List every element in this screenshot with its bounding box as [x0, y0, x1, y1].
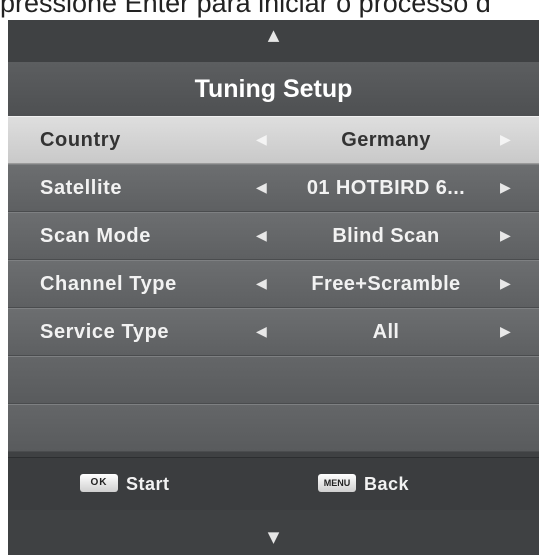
empty-row — [8, 404, 539, 452]
left-arrow-icon[interactable]: ◀ — [256, 165, 267, 211]
title-bar: Tuning Setup — [8, 62, 539, 116]
row-value: Germany — [341, 129, 431, 151]
right-arrow-icon[interactable]: ▶ — [500, 117, 511, 163]
tuning-setup-menu: ▲ Tuning Setup Country ◀ Germany ▶ Satel… — [8, 20, 539, 555]
start-label: Start — [126, 474, 170, 494]
caption-text: pressione Enter para iniciar o processo … — [0, 0, 491, 18]
ok-key-icon: OK — [80, 474, 118, 492]
row-country[interactable]: Country ◀ Germany ▶ — [8, 116, 539, 164]
left-arrow-icon[interactable]: ◀ — [256, 261, 267, 307]
row-value: Free+Scramble — [311, 273, 461, 295]
back-label: Back — [364, 474, 410, 494]
row-value: Blind Scan — [332, 225, 440, 247]
row-label: Satellite — [40, 177, 123, 199]
scroll-up-arrow-icon[interactable]: ▲ — [8, 25, 539, 45]
right-arrow-icon[interactable]: ▶ — [500, 165, 511, 211]
row-value: 01 HOTBIRD 6... — [306, 177, 466, 199]
row-scan-mode[interactable]: Scan Mode ◀ Blind Scan ▶ — [8, 212, 539, 260]
row-service-type[interactable]: Service Type ◀ All ▶ — [8, 308, 539, 356]
row-label: Service Type — [40, 321, 170, 343]
empty-row — [8, 356, 539, 404]
right-arrow-icon[interactable]: ▶ — [500, 213, 511, 259]
row-value: All — [372, 321, 400, 343]
left-arrow-icon[interactable]: ◀ — [256, 309, 267, 355]
settings-list: Country ◀ Germany ▶ Satellite ◀ 01 HOTBI… — [8, 116, 539, 452]
menu-title: Tuning Setup — [194, 75, 353, 103]
right-arrow-icon[interactable]: ▶ — [500, 261, 511, 307]
row-label: Country — [40, 129, 121, 151]
menu-key-icon: MENU — [318, 474, 356, 492]
right-arrow-icon[interactable]: ▶ — [500, 309, 511, 355]
row-channel-type[interactable]: Channel Type ◀ Free+Scramble ▶ — [8, 260, 539, 308]
left-arrow-icon[interactable]: ◀ — [256, 213, 267, 259]
row-satellite[interactable]: Satellite ◀ 01 HOTBIRD 6... ▶ — [8, 164, 539, 212]
row-label: Channel Type — [40, 273, 177, 295]
row-label: Scan Mode — [40, 225, 151, 247]
left-arrow-icon[interactable]: ◀ — [256, 117, 267, 163]
footer-hints: OK Start MENU Back — [8, 457, 539, 510]
scroll-down-arrow-icon[interactable]: ▼ — [8, 527, 539, 547]
